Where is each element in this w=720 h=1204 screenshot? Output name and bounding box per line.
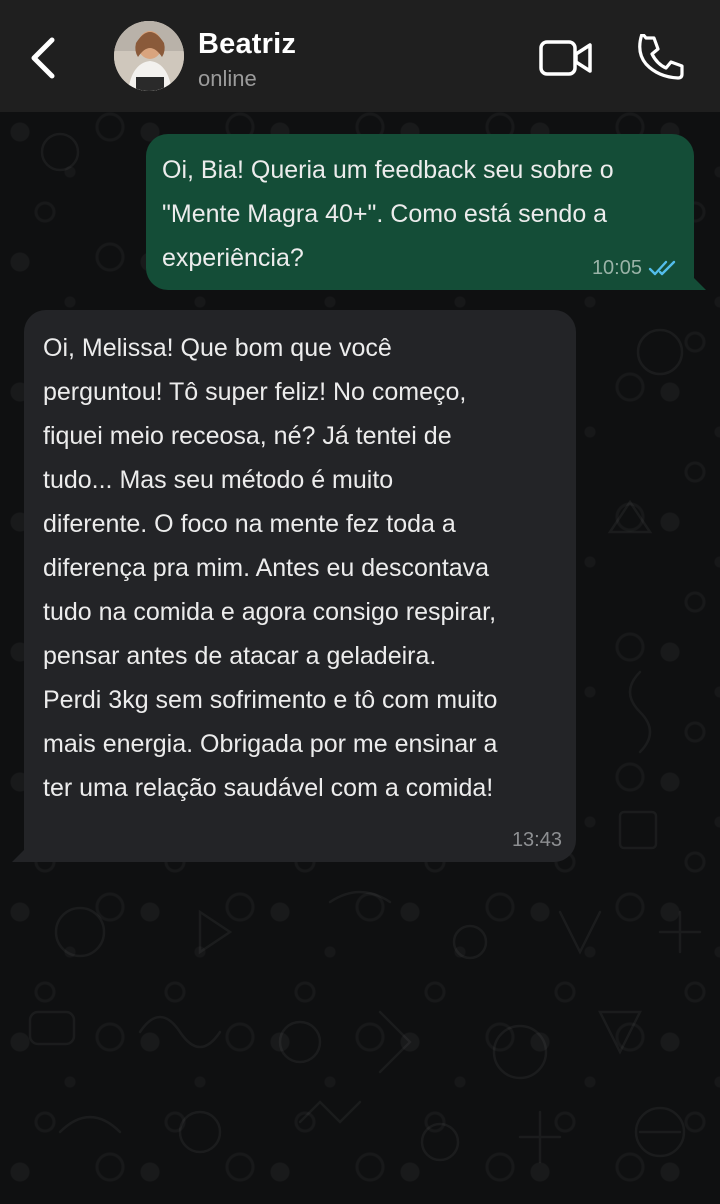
back-button[interactable]	[22, 34, 66, 82]
video-camera-icon	[539, 40, 592, 76]
message-text: Oi, Melissa! Que bom que você perguntou!…	[43, 334, 498, 802]
message-time: 13:43	[511, 829, 562, 851]
message-meta: 10:05	[592, 258, 680, 278]
chevron-left-icon	[31, 37, 55, 79]
chat-screen: Beatriz online Oi, Bia! Queria um feedba…	[0, 0, 720, 1204]
voice-call-button[interactable]	[636, 32, 684, 82]
phone-icon	[638, 32, 684, 80]
avatar[interactable]	[114, 21, 184, 91]
message-outgoing[interactable]: Oi, Bia! Queria um feedback seu sobre o …	[146, 134, 706, 290]
double-check-icon	[648, 260, 676, 276]
contact-status: online	[198, 66, 257, 91]
contact-name[interactable]: Beatriz	[198, 28, 296, 61]
message-time: 10:05	[591, 257, 642, 279]
chat-header: Beatriz online	[0, 0, 720, 112]
avatar-photo	[114, 21, 184, 91]
message-incoming[interactable]: Oi, Melissa! Que bom que você perguntou!…	[12, 310, 576, 862]
video-call-button[interactable]	[538, 38, 594, 78]
